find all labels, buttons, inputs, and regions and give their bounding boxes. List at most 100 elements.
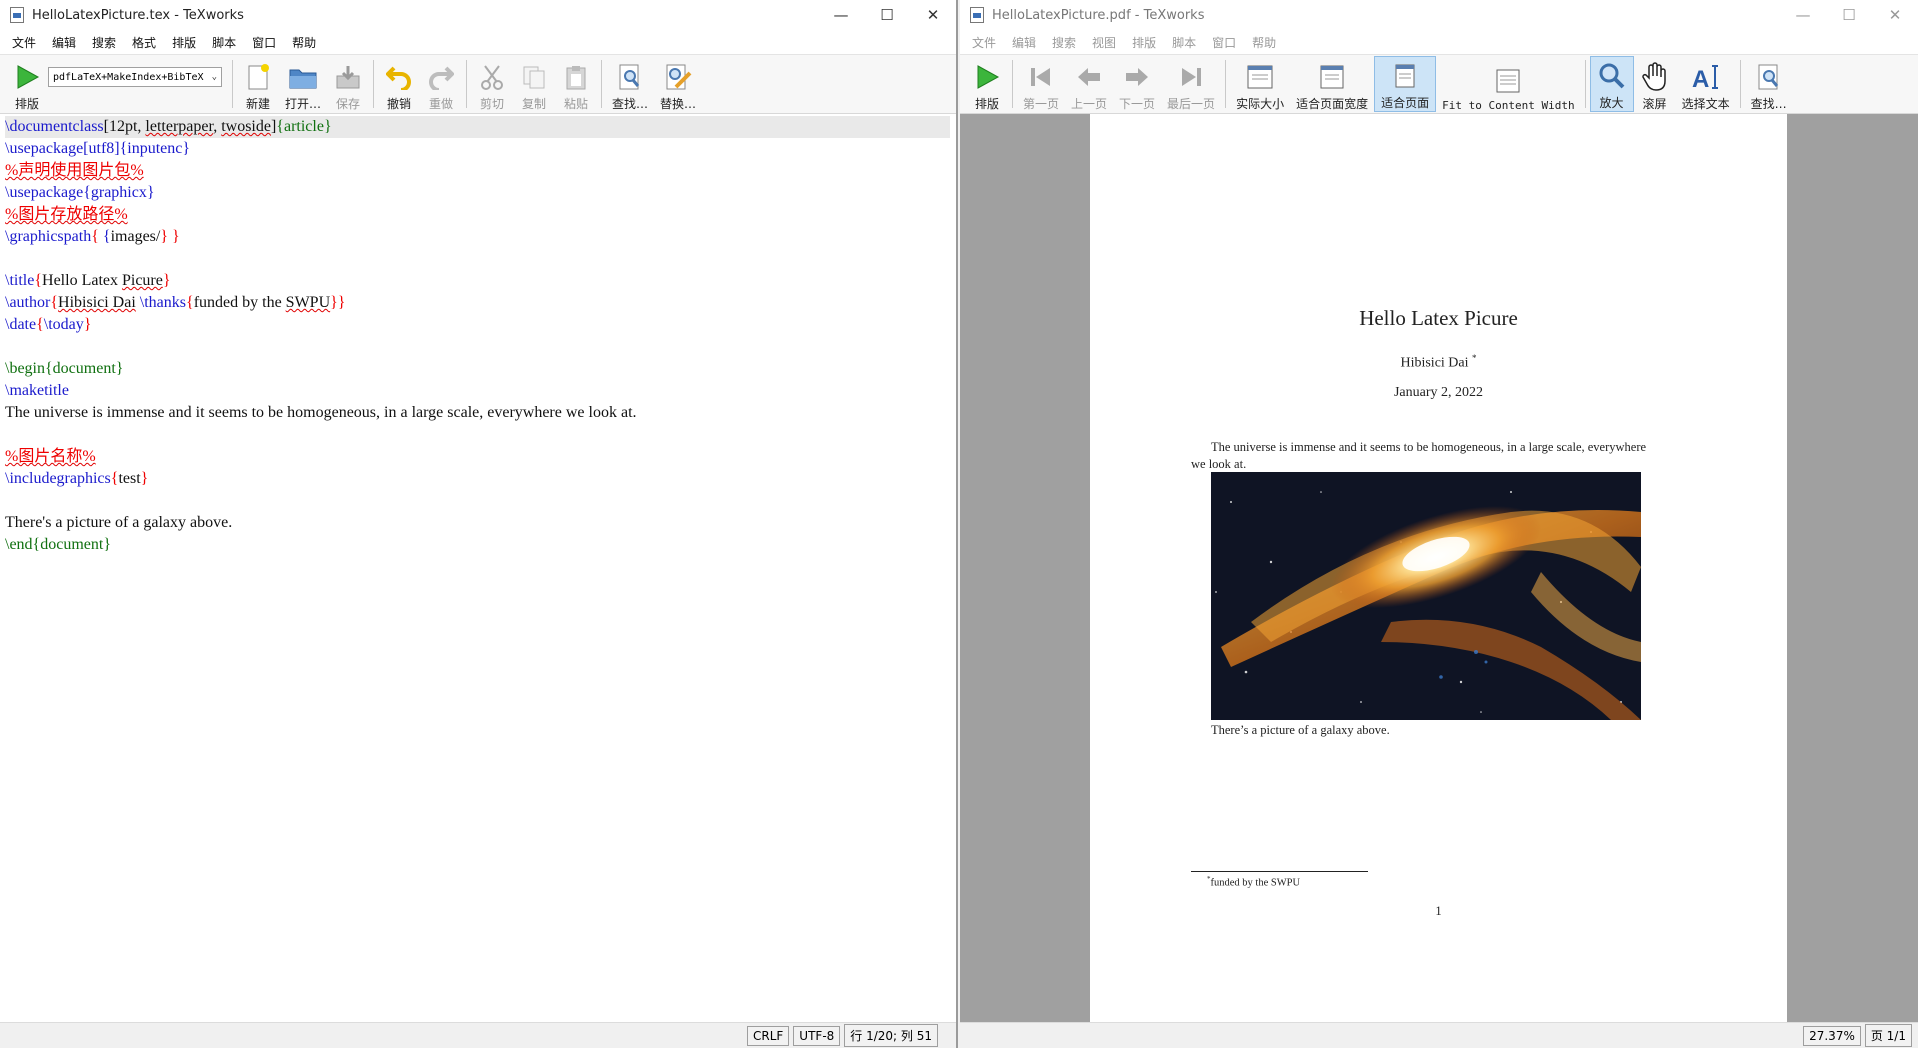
- paste-button[interactable]: 粘贴: [555, 56, 597, 112]
- document-icon: [10, 7, 24, 23]
- code-comment: %图片名称%: [5, 448, 96, 465]
- undo-button[interactable]: 撤销: [378, 56, 420, 112]
- editor-titlebar: HelloLatexPicture.tex - TeXworks — ☐ ✕: [0, 0, 956, 30]
- editor-statusbar: CRLF UTF-8 行 1/20; 列 51: [0, 1022, 956, 1048]
- cursor-position: 行 1/20; 列 51: [844, 1024, 938, 1047]
- engine-select[interactable]: pdfLaTeX+MakeIndex+BibTeX ⌄: [48, 67, 222, 87]
- menu-help[interactable]: 帮助: [1244, 34, 1284, 51]
- menu-typeset[interactable]: 排版: [1124, 34, 1164, 51]
- find-label: 查找…: [1750, 97, 1787, 111]
- save-label: 保存: [336, 97, 361, 111]
- zoom-button[interactable]: 放大: [1589, 56, 1634, 112]
- document-icon: [970, 7, 984, 23]
- replace-button[interactable]: 替换…: [654, 56, 702, 112]
- svg-text:A: A: [1692, 66, 1709, 91]
- redo-label: 重做: [429, 97, 454, 111]
- menu-window[interactable]: 窗口: [244, 34, 284, 51]
- menu-edit[interactable]: 编辑: [1004, 34, 1044, 51]
- menu-typeset[interactable]: 排版: [164, 34, 204, 51]
- footnote-rule: [1191, 871, 1368, 872]
- first-page-label: 第一页: [1023, 97, 1060, 111]
- pdf-view-area[interactable]: Hello Latex Picure Hibisici Dai * Januar…: [960, 114, 1918, 1022]
- clipboard-icon: [561, 62, 591, 92]
- fit-page-button[interactable]: 适合页面: [1374, 56, 1437, 112]
- next-page-button[interactable]: 下一页: [1113, 56, 1161, 112]
- cut-button[interactable]: 剪切: [471, 56, 513, 112]
- redo-icon: [426, 62, 456, 92]
- folder-icon: [288, 62, 318, 92]
- last-page-button[interactable]: 最后一页: [1161, 56, 1221, 112]
- menu-format[interactable]: 格式: [124, 34, 164, 51]
- prev-page-button[interactable]: 上一页: [1065, 56, 1113, 112]
- scroll-button[interactable]: 滚屏: [1634, 56, 1676, 112]
- minimize-button[interactable]: —: [818, 0, 864, 30]
- code-line: \title{Hello Latex Picure}: [5, 272, 171, 289]
- galaxy-image: [1211, 472, 1641, 720]
- menu-search[interactable]: 搜索: [1044, 34, 1084, 51]
- prev-page-label: 上一页: [1071, 97, 1108, 111]
- chevron-down-icon: ⌄: [211, 72, 217, 82]
- viewer-toolbar: 排版 第一页 上一页 下一页 最后一页 实际大小 适合页面宽度 适合页面 Fit…: [960, 54, 1918, 114]
- new-label: 新建: [245, 97, 270, 111]
- copy-button[interactable]: 复制: [513, 56, 555, 112]
- paste-label: 粘贴: [564, 97, 589, 111]
- menu-window[interactable]: 窗口: [1204, 34, 1244, 51]
- zoom-level[interactable]: 27.37%: [1803, 1025, 1861, 1046]
- menu-file[interactable]: 文件: [4, 34, 44, 51]
- page-indicator[interactable]: 页 1/1: [1864, 1024, 1912, 1047]
- pdf-page: Hello Latex Picure Hibisici Dai * Januar…: [1090, 114, 1787, 1022]
- editor-menubar: 文件 编辑 搜索 格式 排版 脚本 窗口 帮助: [0, 30, 956, 54]
- play-icon: [12, 62, 42, 92]
- minimize-button[interactable]: —: [1780, 0, 1826, 30]
- menu-search[interactable]: 搜索: [84, 34, 124, 51]
- maximize-button[interactable]: ☐: [864, 0, 910, 30]
- viewer-titlebar: HelloLatexPicture.pdf - TeXworks — ☐ ✕: [960, 0, 1918, 30]
- code-comment: %图片存放路径%: [5, 206, 128, 223]
- close-button[interactable]: ✕: [1872, 0, 1918, 30]
- actual-size-button[interactable]: 实际大小: [1230, 56, 1290, 112]
- open-button[interactable]: 打开…: [279, 56, 327, 112]
- menu-edit[interactable]: 编辑: [44, 34, 84, 51]
- save-icon: [333, 62, 363, 92]
- typeset-button[interactable]: 排版: [966, 56, 1008, 112]
- code-line: \includegraphics{test}: [5, 470, 149, 487]
- fit-width-button[interactable]: 适合页面宽度: [1290, 56, 1374, 112]
- find-icon: [615, 62, 645, 92]
- close-button[interactable]: ✕: [910, 0, 956, 30]
- fit-page-label: 适合页面: [1381, 96, 1430, 110]
- code-line: \documentclass[12pt, letterpaper, twosid…: [5, 116, 950, 138]
- new-button[interactable]: 新建: [237, 56, 279, 112]
- menu-file[interactable]: 文件: [964, 34, 1004, 51]
- code-editor[interactable]: \documentclass[12pt, letterpaper, twosid…: [0, 114, 956, 1022]
- actual-size-icon: [1245, 62, 1275, 92]
- save-button[interactable]: 保存: [327, 56, 369, 112]
- find-button[interactable]: 查找…: [1745, 56, 1793, 112]
- editor-title: HelloLatexPicture.tex - TeXworks: [32, 7, 244, 23]
- find-button[interactable]: 查找…: [606, 56, 654, 112]
- copy-icon: [519, 62, 549, 92]
- code-line: \maketitle: [5, 382, 69, 399]
- find-label: 查找…: [612, 97, 649, 111]
- code-line: \graphicspath{ {images/} }: [5, 228, 180, 245]
- viewer-menubar: 文件 编辑 搜索 视图 排版 脚本 窗口 帮助: [960, 30, 1918, 54]
- menu-scripts[interactable]: 脚本: [204, 34, 244, 51]
- menu-view[interactable]: 视图: [1084, 34, 1124, 51]
- redo-button[interactable]: 重做: [420, 56, 462, 112]
- typeset-button[interactable]: 排版: [6, 56, 48, 112]
- select-text-button[interactable]: A 选择文本: [1676, 56, 1736, 112]
- undo-label: 撤销: [387, 97, 412, 111]
- line-ending-indicator[interactable]: CRLF: [746, 1025, 790, 1046]
- pdf-caption: There’s a picture of a galaxy above.: [1211, 723, 1390, 737]
- first-page-button[interactable]: 第一页: [1017, 56, 1065, 112]
- maximize-button[interactable]: ☐: [1826, 0, 1872, 30]
- fit-width-label: 适合页面宽度: [1296, 97, 1369, 111]
- replace-label: 替换…: [660, 97, 697, 111]
- fit-width-icon: [1317, 62, 1347, 92]
- menu-help[interactable]: 帮助: [284, 34, 324, 51]
- menu-scripts[interactable]: 脚本: [1164, 34, 1204, 51]
- scroll-label: 滚屏: [1642, 97, 1667, 111]
- fit-content-width-button[interactable]: Fit to Content Width: [1436, 56, 1580, 112]
- encoding-indicator[interactable]: UTF-8: [793, 1025, 841, 1046]
